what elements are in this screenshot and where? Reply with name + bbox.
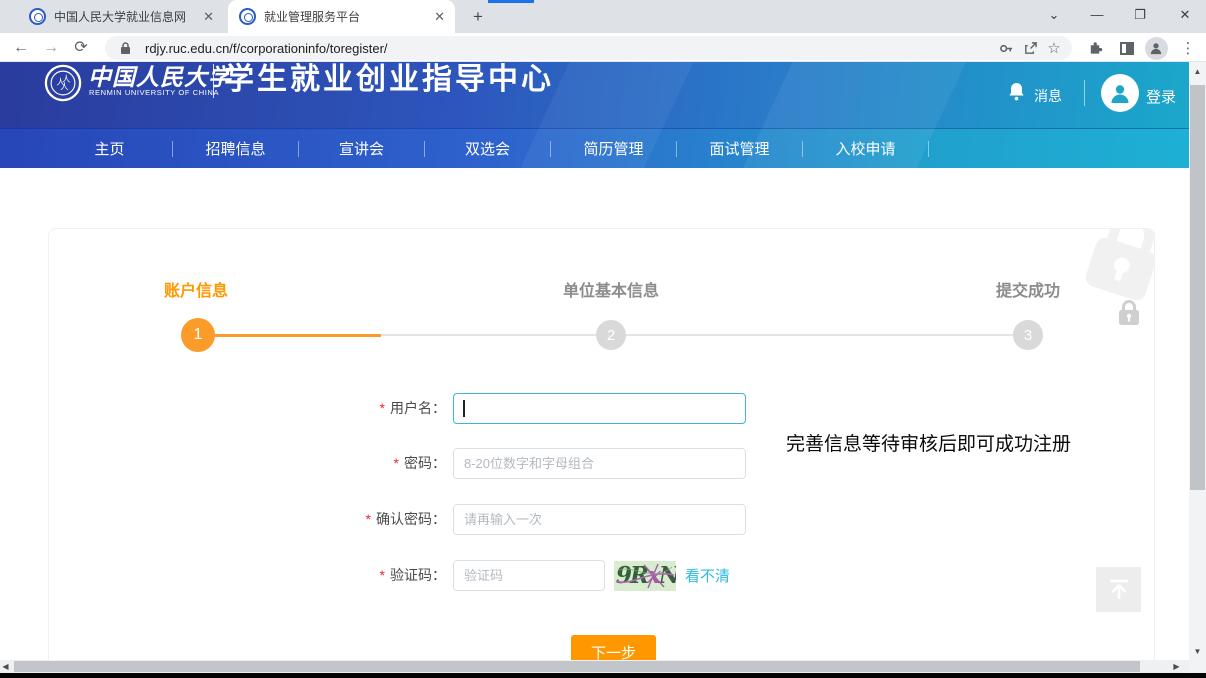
page-viewport: 人 人 人 中国人民大学 RENMIN UNIVERSITY OF CHINA …	[0, 62, 1206, 678]
nav-item-info-session[interactable]: 宣讲会	[299, 138, 424, 159]
watermark-lock-icon	[1075, 228, 1155, 309]
form-row-captcha: * 验证码： 9RxN 看不清	[49, 560, 1155, 592]
password-key-icon[interactable]	[994, 36, 1018, 60]
nav-item-home[interactable]: 主页	[47, 138, 172, 159]
side-panel-icon[interactable]	[1114, 35, 1140, 61]
site-banner: 人 人 人 中国人民大学 RENMIN UNIVERSITY OF CHINA …	[0, 62, 1189, 168]
browser-toolbar: ← → ⟳ rdjy.ruc.edu.cn/f/corporationinfo/…	[0, 33, 1206, 62]
nav-separator	[928, 141, 929, 157]
ruc-favicon	[239, 8, 256, 25]
required-mark: *	[380, 400, 385, 416]
scroll-down-icon[interactable]: ▼	[1189, 647, 1206, 656]
tab-close-icon[interactable]: ✕	[428, 9, 455, 25]
step-circle-3: 3	[1013, 320, 1043, 350]
step-progress-line	[215, 334, 381, 337]
username-label: 用户名：	[390, 400, 446, 416]
tab-title: 就业管理服务平台	[264, 8, 428, 25]
university-name-en: RENMIN UNIVERSITY OF CHINA	[89, 88, 219, 97]
horizontal-scrollbar[interactable]: ◀ ▶	[0, 660, 1189, 673]
step-circle-1: 1	[181, 318, 215, 352]
form-row-confirm-password: * 确认密码：	[49, 504, 1155, 536]
share-icon[interactable]	[1018, 36, 1042, 60]
browser-menu-icon[interactable]: ⋮	[1175, 35, 1201, 61]
ruc-logo: 人 人 人	[44, 64, 82, 102]
bell-icon[interactable]	[1008, 82, 1025, 106]
step-label-submitted: 提交成功	[996, 277, 1060, 301]
text-caret	[463, 400, 465, 417]
new-tab-button[interactable]: +	[466, 5, 490, 29]
ruc-favicon	[29, 8, 46, 25]
username-input[interactable]	[453, 393, 746, 424]
nav-item-recruitment[interactable]: 招聘信息	[173, 138, 298, 159]
captcha-input[interactable]	[453, 560, 605, 591]
tab-ruc-job-info[interactable]: 中国人民大学就业信息网 ✕	[18, 0, 224, 33]
captcha-noise-lines	[614, 561, 676, 591]
required-mark: *	[366, 511, 371, 527]
nav-item-campus-entry[interactable]: 入校申请	[803, 138, 928, 159]
vertical-scrollbar-thumb[interactable]	[1190, 85, 1205, 490]
password-input[interactable]	[453, 448, 746, 479]
scroll-up-icon[interactable]: ▲	[1189, 67, 1206, 76]
confirm-password-input[interactable]	[453, 504, 746, 535]
captcha-image[interactable]: 9RxN	[614, 561, 676, 591]
reload-button[interactable]: ⟳	[68, 35, 94, 61]
vertical-scrollbar[interactable]: ▲ ▼	[1189, 62, 1206, 673]
site-title: 学生就业创业指导中心	[224, 62, 554, 98]
login-avatar-icon[interactable]	[1101, 74, 1139, 112]
scroll-left-icon[interactable]: ◀	[0, 662, 14, 671]
window-chevron-icon[interactable]: ⌄	[1034, 0, 1074, 30]
bookmark-star-icon[interactable]: ☆	[1042, 36, 1066, 60]
step-label-company-info: 单位基本信息	[563, 277, 659, 301]
bottom-edge	[0, 673, 1206, 678]
url-text[interactable]: rdjy.ruc.edu.cn/f/corporationinfo/toregi…	[145, 41, 994, 56]
forward-button[interactable]: →	[38, 35, 64, 61]
required-mark: *	[394, 455, 399, 471]
header-divider	[1084, 80, 1085, 106]
active-tab-accent	[488, 0, 534, 3]
scroll-right-icon[interactable]: ▶	[1168, 662, 1185, 671]
window-restore-button[interactable]: ❐	[1120, 0, 1160, 30]
required-mark: *	[380, 567, 385, 583]
ssl-lock-icon	[113, 36, 137, 60]
profile-avatar[interactable]	[1143, 35, 1169, 61]
step-label-account: 账户信息	[164, 277, 228, 301]
confirm-password-label: 确认密码：	[376, 511, 446, 527]
site-header: 人 人 人 中国人民大学 RENMIN UNIVERSITY OF CHINA …	[0, 62, 1189, 128]
extensions-puzzle-icon[interactable]	[1082, 35, 1108, 61]
window-close-button[interactable]: ✕	[1165, 0, 1205, 30]
address-bar[interactable]: rdjy.ruc.edu.cn/f/corporationinfo/toregi…	[105, 36, 1072, 60]
arrow-up-icon	[1106, 578, 1132, 602]
main-nav: 主页 招聘信息 宣讲会 双选会 简历管理 面试管理 入校申请	[0, 128, 1189, 168]
window-minimize-button[interactable]: —	[1077, 0, 1117, 30]
messages-link[interactable]: 消息	[1034, 86, 1062, 106]
tab-title: 中国人民大学就业信息网	[54, 8, 197, 25]
svg-text:人: 人	[60, 82, 69, 92]
captcha-label: 验证码：	[390, 567, 446, 583]
small-lock-icon	[1116, 299, 1142, 327]
captcha-refresh-link[interactable]: 看不清	[685, 565, 730, 586]
password-label: 密码：	[404, 455, 446, 471]
tab-employment-platform[interactable]: 就业管理服务平台 ✕	[228, 0, 455, 33]
nav-item-interview[interactable]: 面试管理	[677, 138, 802, 159]
login-link[interactable]: 登录	[1146, 86, 1176, 107]
step-line	[381, 334, 596, 336]
step-line	[626, 334, 1013, 336]
browser-tab-strip: 中国人民大学就业信息网 ✕ 就业管理服务平台 ✕ + ⌄ — ❐ ✕	[0, 0, 1206, 33]
form-row-username: * 用户名：	[49, 393, 1155, 425]
nav-item-resume[interactable]: 简历管理	[551, 138, 676, 159]
back-to-top-button[interactable]	[1096, 567, 1141, 612]
logo-divider	[213, 64, 214, 98]
registration-card: 账户信息 单位基本信息 提交成功 1 2 3 * 用户名： * 密码： * 确认密码：…	[48, 228, 1155, 678]
tab-close-icon[interactable]: ✕	[197, 9, 224, 25]
registration-note: 完善信息等待审核后即可成功注册	[786, 429, 1071, 456]
nav-item-job-fair[interactable]: 双选会	[425, 138, 550, 159]
step-circle-2: 2	[596, 320, 626, 350]
horizontal-scrollbar-thumb[interactable]	[14, 661, 1140, 672]
back-button[interactable]: ←	[8, 35, 34, 61]
